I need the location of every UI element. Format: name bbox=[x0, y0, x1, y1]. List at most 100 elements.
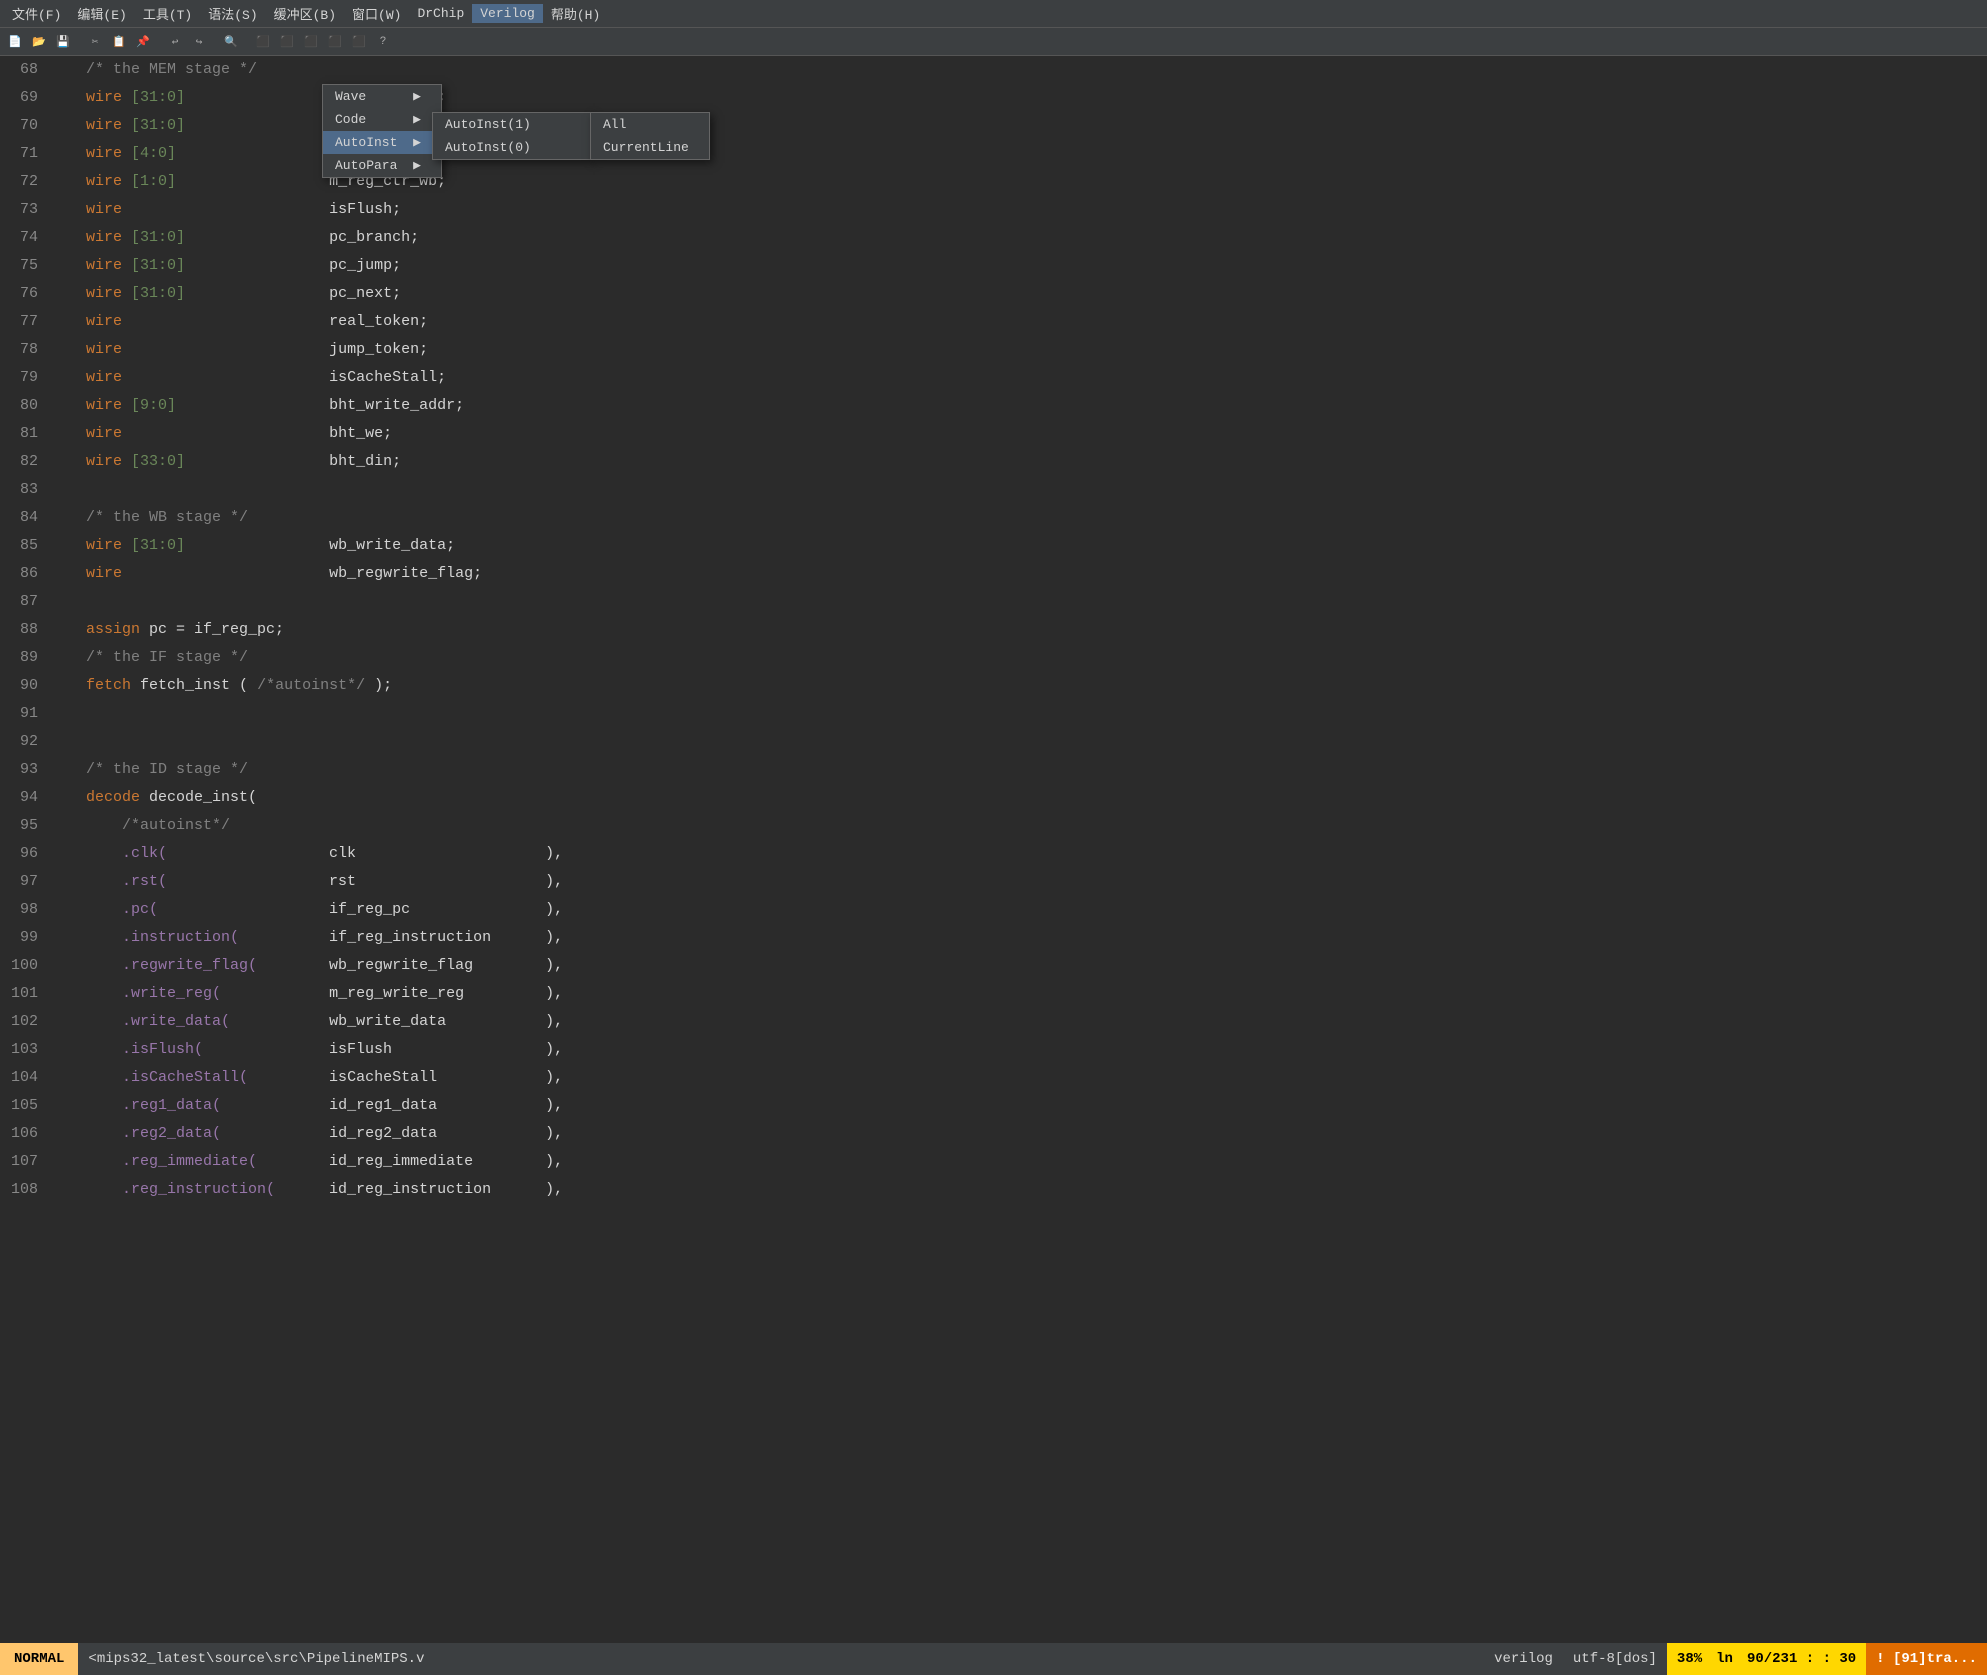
line-content: .clk( clk ), bbox=[50, 840, 1987, 868]
status-bar: NORMAL <mips32_latest\source\src\Pipelin… bbox=[0, 1643, 1987, 1675]
toolbar-paste[interactable]: 📌 bbox=[132, 31, 154, 53]
toolbar-cut[interactable]: ✂ bbox=[84, 31, 106, 53]
table-row: 78 wire jump_token; bbox=[0, 336, 1987, 364]
status-percent: 38% bbox=[1667, 1643, 1712, 1675]
line-number: 84 bbox=[0, 504, 50, 532]
vmenu-autoinst[interactable]: AutoInst ▶ bbox=[323, 131, 441, 154]
line-content: wire [31:0] wb_write_data; bbox=[50, 532, 1987, 560]
menu-syntax[interactable]: 语法(S) bbox=[200, 2, 265, 25]
toolbar-open[interactable]: 📂 bbox=[28, 31, 50, 53]
toolbar-new[interactable]: 📄 bbox=[4, 31, 26, 53]
table-row: 92 bbox=[0, 728, 1987, 756]
table-row: 106 .reg2_data( id_reg2_data ), bbox=[0, 1120, 1987, 1148]
autoinst-all[interactable]: All bbox=[591, 113, 709, 136]
menu-file[interactable]: 文件(F) bbox=[4, 2, 69, 25]
menu-verilog[interactable]: Verilog bbox=[472, 4, 543, 23]
line-content: wire isCacheStall; bbox=[50, 364, 1987, 392]
table-row: 103 .isFlush( isFlush ), bbox=[0, 1036, 1987, 1064]
line-number: 73 bbox=[0, 196, 50, 224]
table-row: 75 wire [31:0] pc_jump; bbox=[0, 252, 1987, 280]
table-row: 77 wire real_token; bbox=[0, 308, 1987, 336]
toolbar-b4[interactable]: ⬛ bbox=[324, 31, 346, 53]
table-row: 89 /* the IF stage */ bbox=[0, 644, 1987, 672]
table-row: 100 .regwrite_flag( wb_regwrite_flag ), bbox=[0, 952, 1987, 980]
vmenu-code-arrow: ▶ bbox=[413, 112, 421, 127]
toolbar-save[interactable]: 💾 bbox=[52, 31, 74, 53]
line-content: .rst( rst ), bbox=[50, 868, 1987, 896]
autoinst-0[interactable]: AutoInst(0) bbox=[433, 136, 591, 159]
table-row: 71 wire [4:0] m_reg_write_reg; bbox=[0, 140, 1987, 168]
table-row: 91 bbox=[0, 700, 1987, 728]
vmenu-wave-label: Wave bbox=[335, 89, 366, 104]
status-mode: NORMAL bbox=[0, 1643, 78, 1675]
line-content: assign pc = if_reg_pc; bbox=[50, 616, 1987, 644]
line-content: .reg_instruction( id_reg_instruction ), bbox=[50, 1176, 1987, 1204]
table-row: 86 wire wb_regwrite_flag; bbox=[0, 560, 1987, 588]
line-number: 83 bbox=[0, 476, 50, 504]
toolbar-find[interactable]: 🔍 bbox=[220, 31, 242, 53]
status-warn: ! [91]tra... bbox=[1866, 1643, 1987, 1675]
menu-help[interactable]: 帮助(H) bbox=[543, 2, 608, 25]
line-content: wire [31:0] pc_next; bbox=[50, 280, 1987, 308]
line-number: 105 bbox=[0, 1092, 50, 1120]
line-content: .write_data( wb_write_data ), bbox=[50, 1008, 1987, 1036]
toolbar-redo[interactable]: ↪ bbox=[188, 31, 210, 53]
line-number: 107 bbox=[0, 1148, 50, 1176]
table-row: 72 wire [1:0] m_reg_ctr_wb; bbox=[0, 168, 1987, 196]
menu-drchip[interactable]: DrChip bbox=[409, 4, 472, 23]
line-number: 91 bbox=[0, 700, 50, 728]
line-number: 69 bbox=[0, 84, 50, 112]
line-number: 101 bbox=[0, 980, 50, 1008]
menu-tools[interactable]: 工具(T) bbox=[135, 2, 200, 25]
table-row: 98 .pc( if_reg_pc ), bbox=[0, 896, 1987, 924]
line-content: .write_reg( m_reg_write_reg ), bbox=[50, 980, 1987, 1008]
table-row: 80 wire [9:0] bht_write_addr; bbox=[0, 392, 1987, 420]
line-content: /*autoinst*/ bbox=[50, 812, 1987, 840]
vmenu-autopara[interactable]: AutoPara ▶ bbox=[323, 154, 441, 177]
line-content: .reg2_data( id_reg2_data ), bbox=[50, 1120, 1987, 1148]
toolbar-copy[interactable]: 📋 bbox=[108, 31, 130, 53]
status-filetype: verilog bbox=[1484, 1651, 1563, 1667]
line-number: 88 bbox=[0, 616, 50, 644]
autoinst-currentline[interactable]: CurrentLine bbox=[591, 136, 709, 159]
vmenu-wave-arrow: ▶ bbox=[413, 89, 421, 104]
line-number: 103 bbox=[0, 1036, 50, 1064]
table-row: 74 wire [31:0] pc_branch; bbox=[0, 224, 1987, 252]
line-content: wire jump_token; bbox=[50, 336, 1987, 364]
status-file: <mips32_latest\source\src\PipelineMIPS.v bbox=[78, 1651, 1484, 1667]
toolbar-b5[interactable]: ⬛ bbox=[348, 31, 370, 53]
line-content: .isCacheStall( isCacheStall ), bbox=[50, 1064, 1987, 1092]
table-row: 94 decode decode_inst( bbox=[0, 784, 1987, 812]
table-row: 79 wire isCacheStall; bbox=[0, 364, 1987, 392]
table-row: 84 /* the WB stage */ bbox=[0, 504, 1987, 532]
line-content: wire wb_regwrite_flag; bbox=[50, 560, 1987, 588]
status-position: 90/231 : : 30 bbox=[1737, 1643, 1866, 1675]
toolbar-b6[interactable]: ? bbox=[372, 31, 394, 53]
table-row: 107 .reg_immediate( id_reg_immediate ), bbox=[0, 1148, 1987, 1176]
table-row: 101 .write_reg( m_reg_write_reg ), bbox=[0, 980, 1987, 1008]
autoinst-submenu: AutoInst(1) AutoInst(0) bbox=[432, 112, 592, 160]
toolbar-b1[interactable]: ⬛ bbox=[252, 31, 274, 53]
line-number: 87 bbox=[0, 588, 50, 616]
line-content: .pc( if_reg_pc ), bbox=[50, 896, 1987, 924]
vmenu-wave[interactable]: Wave ▶ bbox=[323, 85, 441, 108]
toolbar-b2[interactable]: ⬛ bbox=[276, 31, 298, 53]
line-content: .reg_immediate( id_reg_immediate ), bbox=[50, 1148, 1987, 1176]
toolbar: 📄 📂 💾 ✂ 📋 📌 ↩ ↪ 🔍 ⬛ ⬛ ⬛ ⬛ ⬛ ? bbox=[0, 28, 1987, 56]
line-number: 92 bbox=[0, 728, 50, 756]
menu-edit[interactable]: 编辑(E) bbox=[69, 2, 134, 25]
menu-window[interactable]: 窗口(W) bbox=[344, 2, 409, 25]
line-number: 102 bbox=[0, 1008, 50, 1036]
autoinst-1[interactable]: AutoInst(1) bbox=[433, 113, 591, 136]
vmenu-code[interactable]: Code ▶ bbox=[323, 108, 441, 131]
menu-buffer[interactable]: 缓冲区(B) bbox=[266, 2, 344, 25]
table-row: 108 .reg_instruction( id_reg_instruction… bbox=[0, 1176, 1987, 1204]
line-number: 77 bbox=[0, 308, 50, 336]
line-content: /* the WB stage */ bbox=[50, 504, 1987, 532]
table-row: 70 wire [31:0] m_reg_ALU_out; bbox=[0, 112, 1987, 140]
toolbar-undo[interactable]: ↩ bbox=[164, 31, 186, 53]
line-number: 82 bbox=[0, 448, 50, 476]
toolbar-b3[interactable]: ⬛ bbox=[300, 31, 322, 53]
vmenu-autoinst-label: AutoInst bbox=[335, 135, 397, 150]
line-number: 72 bbox=[0, 168, 50, 196]
